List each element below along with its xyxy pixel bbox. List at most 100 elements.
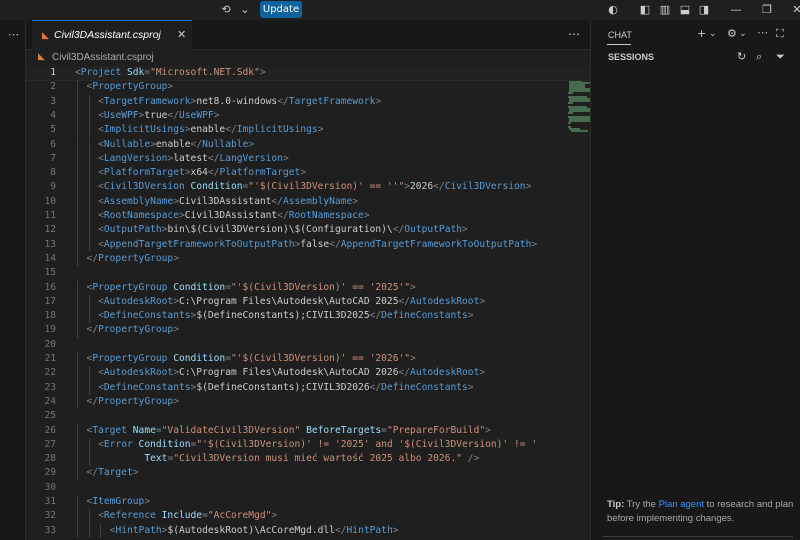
chevron-down-icon[interactable]: ⌄ [238, 3, 252, 17]
gear-icon[interactable]: ⚙ [727, 27, 737, 41]
layout-sidebar-left-icon[interactable]: ◧ [638, 3, 652, 17]
minimize-window-icon[interactable]: — [729, 3, 743, 17]
breadcrumb-item[interactable]: Civil3DAssistant.csproj [52, 52, 154, 63]
chat-input[interactable] [603, 536, 793, 540]
accounts-icon[interactable]: ◐ [606, 3, 620, 17]
ellipsis-icon[interactable]: ⋯ [757, 26, 768, 40]
indent-guide [77, 309, 78, 324]
code-token: </ [86, 324, 99, 336]
code-line[interactable]: 28 Text="Civil3DVersion musi mieć wartoś… [26, 452, 590, 467]
code-line[interactable]: 4 <UseWPF>true</UseWPF> [26, 108, 590, 124]
code-line[interactable]: 10 <AssemblyName>Civil3DAssistant</Assemb… [26, 194, 590, 209]
maximize-icon[interactable]: ⛶ [776, 27, 784, 41]
code-line[interactable]: 9 <Civil3DVersion Condition="'$(Civil3DVe… [26, 180, 590, 195]
code-token: "Microsoft.NET.Sdk" [150, 67, 260, 78]
close-icon[interactable]: ✕ [177, 28, 186, 41]
more-actions-icon[interactable]: ⋯ [8, 28, 19, 41]
refresh-icon[interactable]: ↻ [737, 50, 746, 64]
code-line[interactable]: 19 </PropertyGroup> [26, 323, 590, 338]
code-line[interactable]: 13 <AppendTargetFrameworkToOutputPath>fal… [26, 237, 590, 252]
indent-guide [88, 452, 90, 467]
line-number: 27 [44, 438, 56, 450]
restore-window-icon[interactable]: ❐ [760, 3, 774, 17]
code-line[interactable]: 32 <Reference Include="AcCoreMgd"> [26, 509, 590, 524]
plan-agent-link[interactable]: Plan agent [659, 499, 704, 510]
code-line[interactable]: 6 <Nullable>enable</Nullable> [26, 137, 590, 152]
more-actions-icon[interactable]: ⋯ [568, 27, 580, 41]
code-line[interactable]: 31 <ItemGroup> [26, 495, 590, 510]
code-token: </ [398, 295, 411, 307]
code-line[interactable]: 20 [26, 338, 590, 352]
code-token: </ [277, 210, 289, 221]
code-line[interactable]: 14 </PropertyGroup> [26, 251, 590, 267]
copilot-icon[interactable]: ⟲ [219, 3, 233, 17]
code-token: > [173, 252, 179, 264]
rss-file-icon: ◣ [42, 31, 49, 41]
filter-icon[interactable]: ⏷ [776, 50, 785, 64]
code-line[interactable]: 30 [26, 481, 590, 495]
code-line[interactable]: 27 <Error Condition="'$(Civil3DVersion)' … [26, 437, 590, 453]
chevron-down-icon[interactable]: ⌄ [739, 27, 747, 41]
code-line[interactable]: 29 </Target> [26, 466, 590, 481]
layout-sidebar-right-icon[interactable]: ◨ [697, 3, 711, 17]
code-token: PropertyGroup [98, 324, 174, 336]
code-line[interactable]: 22 <AutodeskRoot>C:\Program Files\Autodes… [26, 366, 590, 381]
tab-label: Civil3DAssistant.csproj [54, 29, 161, 41]
code-line[interactable]: 3 <TargetFramework>net8.0-windows</Target… [26, 94, 590, 109]
code-line[interactable]: 25 [26, 409, 590, 423]
code-line[interactable]: 16 <PropertyGroup Condition="'$(Civil3DVe… [26, 280, 590, 295]
new-chat-icon[interactable]: + [697, 27, 706, 41]
indent-guide [77, 94, 78, 109]
code-token: > [479, 295, 486, 307]
code-token: HintPath [115, 524, 162, 536]
chat-tab[interactable]: CHAT [608, 30, 632, 40]
code-token: LangVersion [103, 152, 168, 164]
code-token: $(DefineConstants);CIVIL3D2026 [196, 381, 370, 393]
line-number: 8 [50, 167, 56, 179]
code-token: > [485, 424, 491, 436]
code-line[interactable]: 8 <PlatformTarget>x64</PlatformTarget> [26, 166, 590, 181]
code-token: AutodeskRoot [410, 295, 480, 307]
code-line[interactable]: 15 [26, 266, 590, 280]
search-icon[interactable]: ⌕ [756, 50, 762, 64]
indent-guide [77, 366, 78, 381]
code-token: Sdk [127, 67, 145, 78]
code-line[interactable]: 7 <LangVersion>latest</LangVersion> [26, 151, 590, 167]
indent-guide [88, 380, 90, 395]
code-line[interactable]: 5 <ImplicitUsings>enable</ImplicitUsings> [26, 123, 590, 138]
code-token: Civil3DVersion [103, 181, 191, 193]
layout-panel-icon[interactable]: ⬓ [678, 3, 692, 17]
code-text: </PropertyGroup> [87, 323, 179, 337]
code-token: /> [467, 453, 480, 465]
code-text: <Error Condition="'$(Civil3DVersion)' !=… [98, 438, 537, 452]
layout-grid-icon[interactable]: ▥ [658, 3, 672, 17]
code-editor[interactable]: 1 <Project Sdk="Microsoft.NET.Sdk"> 2 <Prop… [26, 66, 590, 540]
code-token: "Civil3DVersion musi mieć wartość 2025 a… [173, 453, 463, 465]
code-token: "'$(Civil3DVersion)' == '2026'" [230, 353, 411, 364]
code-token: RootNamespace [288, 210, 364, 221]
code-token: > [213, 109, 220, 121]
chevron-down-icon[interactable]: ⌄ [709, 27, 717, 41]
code-token: Condition [138, 438, 191, 450]
code-token: 2026 [410, 181, 434, 193]
close-window-icon[interactable]: ✕ [790, 3, 800, 17]
code-line[interactable]: 21 <PropertyGroup Condition="'$(Civil3DVe… [26, 352, 590, 367]
code-line[interactable]: 26 <Target Name="ValidateCivil3DVersion" … [26, 423, 590, 438]
code-line[interactable]: 2 <PropertyGroup> [26, 80, 590, 95]
code-line[interactable]: 12 <OutputPath>bin\$(Civil3DVersion)\$(Co… [26, 223, 590, 238]
code-line[interactable]: 24 </PropertyGroup> [26, 394, 590, 410]
code-line[interactable]: 23 <DefineConstants>$(DefineConstants);CI… [26, 380, 590, 395]
indent-guide [77, 151, 78, 167]
code-line[interactable]: 33 <HintPath>$(AutodeskRoot)\AcCoreMgd.dl… [26, 523, 590, 538]
code-line[interactable]: 17 <AutodeskRoot>C:\Program Files\Autodes… [26, 294, 590, 310]
code-token: x64 [190, 167, 208, 179]
code-line[interactable]: 1 <Project Sdk="Microsoft.NET.Sdk"> [26, 66, 590, 82]
code-line[interactable]: 18 <DefineConstants>$(DefineConstants);CI… [26, 309, 590, 324]
tip-text-pre: Try the [624, 499, 659, 510]
code-line[interactable]: 11 <RootNamespace>Civil3DAssistant</RootN… [26, 209, 590, 224]
code-text: <PlatformTarget>x64</PlatformTarget> [98, 166, 306, 180]
update-button[interactable]: Update [260, 1, 302, 18]
code-token: DefineConstants [103, 381, 191, 393]
tab-civil3dassistant-csproj[interactable]: ◣ Civil3DAssistant.csproj ✕ [32, 20, 192, 50]
line-number: 16 [44, 281, 56, 293]
